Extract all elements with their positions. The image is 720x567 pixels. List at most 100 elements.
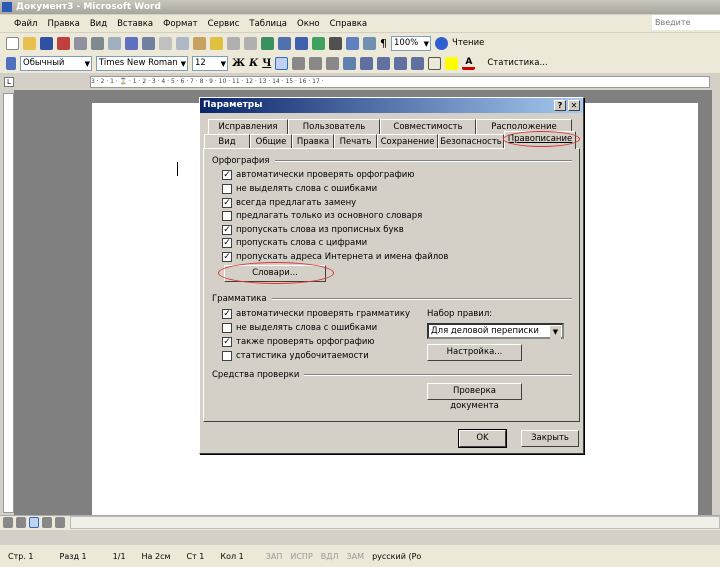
menu-insert[interactable]: Вставка	[117, 19, 153, 29]
horizontal-scrollbar[interactable]	[70, 516, 720, 529]
checkbox[interactable]	[222, 323, 232, 333]
menu-help[interactable]: Справка	[330, 19, 367, 29]
cb-readability-stats[interactable]: статистика удобочитаемости	[222, 350, 369, 362]
italic-button[interactable]: К	[249, 58, 258, 69]
permission-icon[interactable]	[57, 36, 70, 50]
increase-indent-icon[interactable]	[411, 56, 425, 70]
font-select[interactable]: Times New Roman ▼	[96, 55, 188, 71]
tab-spelling-grammar[interactable]: Правописание	[504, 131, 576, 149]
menu-edit[interactable]: Правка	[47, 19, 79, 29]
normal-view-icon[interactable]	[3, 517, 13, 528]
checkbox[interactable]: ✓	[222, 252, 232, 262]
horizontal-ruler[interactable]: 3 · 2 · 1 · ⌛ · 1 · 2 · 3 · 4 · 5 · 6 · …	[90, 76, 710, 88]
cb-hide-spelling-errors[interactable]: не выделять слова с ошибками	[222, 183, 377, 195]
close-button[interactable]: Закрыть	[521, 430, 579, 447]
cb-always-suggest[interactable]: ✓ всегда предлагать замену	[222, 197, 356, 209]
pilcrow-icon[interactable]: ¶	[380, 37, 387, 50]
excel-icon[interactable]	[312, 36, 325, 50]
print-icon[interactable]	[91, 36, 104, 50]
cb-check-spelling[interactable]: ✓ автоматически проверять орфографию	[222, 169, 414, 181]
open-icon[interactable]	[23, 36, 36, 50]
reading-view-icon[interactable]	[55, 517, 65, 528]
cb-ignore-urls[interactable]: ✓ пропускать адреса Интернета и имена фай…	[222, 251, 448, 263]
ok-button[interactable]: OK	[458, 429, 507, 448]
preview-icon[interactable]	[108, 36, 121, 50]
align-center-icon[interactable]	[292, 56, 306, 70]
paste-icon[interactable]	[193, 36, 206, 50]
tab-print[interactable]: Печать	[334, 134, 377, 149]
columns-icon[interactable]	[329, 36, 342, 50]
menu-view[interactable]: Вид	[90, 19, 107, 29]
highlight-icon[interactable]	[445, 56, 459, 70]
status-trk[interactable]: ИСПР	[286, 552, 316, 561]
underline-button[interactable]: Ч	[262, 58, 271, 69]
format-painter-icon[interactable]	[210, 36, 223, 50]
checkbox[interactable]: ✓	[222, 337, 232, 347]
dictionaries-button[interactable]: Словари...	[224, 265, 326, 282]
recheck-document-button[interactable]: Проверка документа	[427, 383, 522, 411]
help-button[interactable]: ?	[554, 100, 566, 111]
tab-track-changes[interactable]: Исправления	[208, 119, 288, 134]
tab-security[interactable]: Безопасность	[438, 134, 504, 149]
style-select[interactable]: Обычный ▼	[20, 55, 92, 71]
menu-tools[interactable]: Сервис	[208, 19, 240, 29]
help-search-input[interactable]: Введите вопрос	[652, 15, 720, 42]
spelling-icon[interactable]	[125, 36, 138, 50]
align-right-icon[interactable]	[309, 56, 323, 70]
checkbox[interactable]: ✓	[222, 309, 232, 319]
web-view-icon[interactable]	[16, 517, 26, 528]
menu-window[interactable]: Окно	[297, 19, 320, 29]
cb-check-grammar-spelling[interactable]: ✓ также проверять орфографию	[222, 336, 375, 348]
save-icon[interactable]	[40, 36, 53, 50]
research-icon[interactable]	[142, 36, 155, 50]
checkbox[interactable]	[222, 184, 232, 194]
align-left-icon[interactable]	[275, 56, 289, 70]
doc-map-icon[interactable]	[363, 36, 376, 50]
status-rec[interactable]: ЗАП	[262, 552, 287, 561]
statistics-button[interactable]: Статистика...	[487, 58, 547, 68]
undo-icon[interactable]	[227, 36, 240, 50]
tab-compatibility[interactable]: Совместимость	[380, 119, 476, 134]
ruleset-select[interactable]: Для деловой переписки ▼	[427, 323, 564, 339]
checkbox[interactable]	[222, 211, 232, 221]
borders-icon[interactable]	[428, 56, 442, 70]
drawing-icon[interactable]	[346, 36, 359, 50]
cb-hide-grammar-errors[interactable]: не выделять слова с ошибками	[222, 322, 377, 334]
copy-icon[interactable]	[176, 36, 189, 50]
reading-button[interactable]: Чтение	[452, 38, 484, 48]
vertical-ruler[interactable]	[3, 93, 14, 513]
menu-table[interactable]: Таблица	[249, 19, 287, 29]
dropdown-arrow-icon[interactable]: ▼	[550, 326, 561, 339]
styles-icon[interactable]	[6, 56, 16, 70]
cb-check-grammar[interactable]: ✓ автоматически проверять грамматику	[222, 308, 410, 320]
cb-ignore-uppercase[interactable]: ✓ пропускать слова из прописных букв	[222, 224, 404, 236]
menu-format[interactable]: Формат	[163, 19, 198, 29]
tables-borders-icon[interactable]	[278, 36, 291, 50]
tab-save[interactable]: Сохранение	[377, 134, 438, 149]
outline-view-icon[interactable]	[42, 517, 52, 528]
font-color-icon[interactable]: A	[462, 57, 476, 70]
tab-user-info[interactable]: Пользователь	[288, 119, 380, 134]
cb-main-dictionary-only[interactable]: предлагать только из основного словаря	[222, 210, 422, 222]
tab-selector[interactable]: L	[4, 77, 14, 87]
insert-table-icon[interactable]	[295, 36, 308, 50]
checkbox[interactable]: ✓	[222, 170, 232, 180]
redo-icon[interactable]	[244, 36, 257, 50]
zoom-select[interactable]: 100% ▼	[391, 35, 431, 51]
checkbox[interactable]: ✓	[222, 225, 232, 235]
tab-edit[interactable]: Правка	[292, 134, 334, 149]
cut-icon[interactable]	[159, 36, 172, 50]
status-language[interactable]: русский (Ро	[368, 552, 425, 561]
status-ovr[interactable]: ЗАМ	[343, 552, 369, 561]
status-ext[interactable]: ВДЛ	[317, 552, 343, 561]
checkbox[interactable]: ✓	[222, 238, 232, 248]
email-icon[interactable]	[74, 36, 87, 50]
help-icon[interactable]	[435, 36, 448, 50]
new-icon[interactable]	[6, 36, 19, 50]
tab-general[interactable]: Общие	[250, 134, 292, 149]
justify-icon[interactable]	[326, 56, 340, 70]
close-icon[interactable]: ✕	[568, 100, 580, 111]
checkbox[interactable]: ✓	[222, 198, 232, 208]
cb-ignore-numbers[interactable]: ✓ пропускать слова с цифрами	[222, 237, 367, 249]
bold-button[interactable]: Ж	[232, 58, 245, 69]
